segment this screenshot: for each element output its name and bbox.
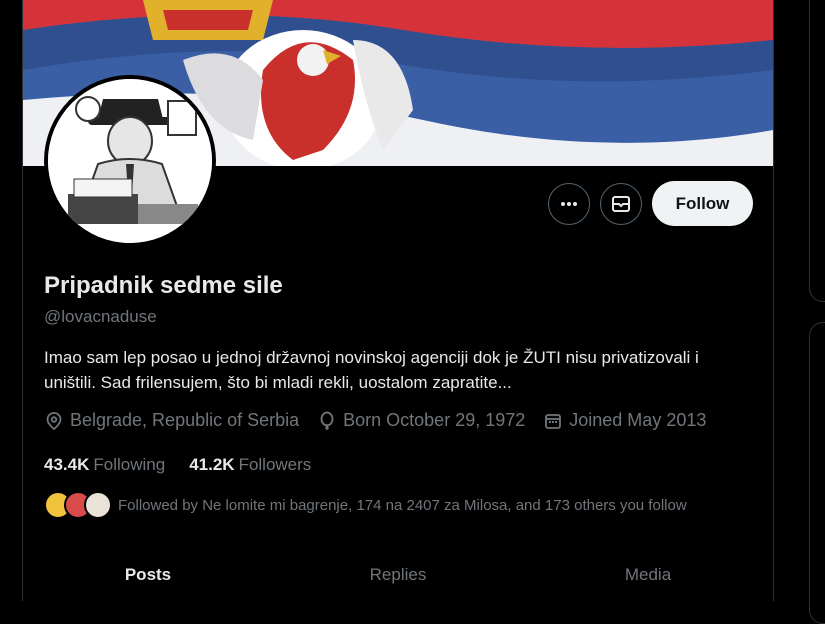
following-count: 43.4K (44, 455, 90, 474)
joined-item: Joined May 2013 (543, 410, 706, 431)
tab-media[interactable]: Media (523, 550, 773, 601)
balloon-icon (320, 411, 334, 430)
follower-avatar (84, 491, 112, 519)
profile-column: Follow Pripadnik sedme sile @lovacnaduse… (22, 0, 774, 601)
profile-meta: Belgrade, Republic of Serbia Born Octobe… (44, 410, 724, 431)
tab-posts[interactable]: Posts (23, 550, 273, 601)
profile-handle: @lovacnaduse (44, 307, 157, 326)
profile-avatar[interactable] (44, 75, 216, 247)
birthday-item: Born October 29, 1972 (317, 410, 525, 431)
profile-bio: Imao sam lep posao u jednoj državnoj nov… (44, 348, 699, 392)
followers-link[interactable]: 41.2K Followers (189, 455, 311, 475)
location-text: Belgrade, Republic of Serbia (70, 410, 300, 430)
followers-count: 41.2K (189, 455, 235, 474)
more-options-button[interactable] (548, 182, 590, 225)
followed-by-row[interactable]: Followed by Ne lomite mi bagrenje, 174 n… (44, 491, 687, 519)
following-link[interactable]: 43.4K Following (44, 455, 165, 475)
right-panel-card (809, 0, 825, 302)
more-icon (561, 201, 577, 206)
profile-tabs: Posts Replies Media (23, 550, 773, 601)
tab-replies[interactable]: Replies (273, 550, 523, 601)
location-pin-icon (46, 411, 62, 430)
profile-actions: Follow (548, 181, 753, 226)
followers-label: Followers (238, 455, 312, 474)
location-item: Belgrade, Republic of Serbia (44, 410, 299, 431)
follow-button[interactable]: Follow (652, 181, 753, 226)
joined-text: Joined May 2013 (569, 410, 707, 430)
birthday-text: Born October 29, 1972 (343, 410, 526, 430)
message-icon (612, 195, 630, 212)
follow-counts: 43.4K Following 41.2K Followers (44, 455, 335, 475)
message-button[interactable] (600, 182, 642, 225)
profile-name: Pripadnik sedme sile (44, 272, 283, 299)
followed-by-text: Followed by Ne lomite mi bagrenje, 174 n… (118, 496, 687, 514)
followed-by-avatars (44, 491, 112, 519)
following-label: Following (93, 455, 166, 474)
right-panel-card (809, 322, 825, 624)
calendar-icon (545, 413, 562, 429)
